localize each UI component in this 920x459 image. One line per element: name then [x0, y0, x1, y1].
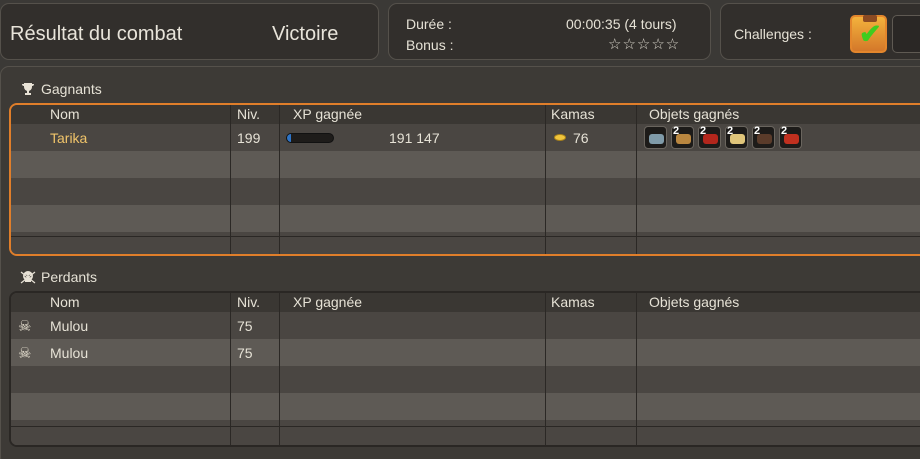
col-kamas-header: Kamas — [551, 106, 595, 122]
col-xp-header: XP gagnée — [293, 106, 363, 122]
kamas-value: 76 — [573, 130, 589, 146]
xp-gained-value: 191 147 — [389, 130, 440, 146]
skull-icon: ☠ — [18, 318, 32, 335]
column-divider — [636, 293, 637, 445]
challenges-label: Challenges : — [734, 26, 812, 42]
dark-leather-item-icon[interactable]: 2 — [752, 125, 775, 149]
table-row — [11, 366, 920, 393]
player-level: 75 — [237, 345, 253, 361]
losers-table-header: Nom Niv. XP gagnée Kamas Objets gagnés — [11, 293, 920, 312]
item-quantity: 2 — [781, 125, 788, 137]
xp-progress-bar — [286, 133, 334, 143]
col-name-header: Nom — [50, 294, 80, 310]
losers-table: Nom Niv. XP gagnée Kamas Objets gagnés ☠… — [9, 291, 920, 447]
table-row — [11, 420, 920, 445]
winners-title: Gagnants — [41, 81, 102, 97]
creature-item-icon[interactable]: 2 — [671, 125, 694, 149]
table-row — [11, 178, 920, 205]
column-divider — [230, 105, 231, 254]
challenge-empty-slot[interactable] — [892, 15, 920, 53]
table-row[interactable]: ☠ Mulou 75 — [11, 339, 920, 366]
col-level-header: Niv. — [237, 294, 261, 310]
winners-section-title: Gagnants — [20, 81, 102, 97]
combat-outcome: Victoire — [272, 23, 339, 45]
green-check-icon: ✔ — [859, 19, 882, 49]
column-divider — [279, 105, 280, 254]
xp-progress-fill — [287, 134, 291, 142]
losers-section-title: Perdants — [20, 269, 97, 285]
red-leather-item-icon[interactable]: 2 — [698, 125, 721, 149]
challenges-panel: Challenges : ✔ — [720, 3, 920, 60]
items-won-list: 2 2 2 2 2 — [644, 125, 802, 149]
col-level-header: Niv. — [237, 106, 261, 122]
skull-icon: ☠ — [18, 345, 32, 362]
col-name-header: Nom — [50, 106, 80, 122]
winners-table-header: Nom Niv. XP gagnée Kamas Objets gagnés — [11, 105, 920, 124]
trophy-icon — [22, 83, 34, 95]
item-quantity: 2 — [700, 125, 707, 137]
skull-icon — [20, 271, 36, 284]
table-row — [11, 393, 920, 420]
losers-title: Perdants — [41, 269, 98, 285]
duration-value: 00:00:35 (4 tours) — [566, 16, 677, 32]
col-items-header: Objets gagnés — [649, 106, 740, 122]
column-divider — [230, 293, 231, 445]
column-divider — [636, 105, 637, 254]
table-row — [11, 205, 920, 232]
duration-label: Durée : — [406, 16, 452, 32]
column-divider — [545, 105, 546, 254]
table-divider — [11, 426, 920, 427]
table-row — [11, 151, 920, 178]
item-quantity: 2 — [754, 125, 761, 137]
player-name: Tarika — [50, 130, 88, 146]
item-quantity: 2 — [727, 125, 734, 137]
red-leather-item-icon[interactable]: 2 — [779, 125, 802, 149]
challenge-success-icon[interactable]: ✔ — [850, 15, 887, 53]
combat-result-title: Résultat du combat — [10, 23, 183, 45]
table-row[interactable]: Tarika 199 191 147 76 2 2 2 2 2 — [11, 124, 920, 151]
kamas-icon — [554, 134, 566, 141]
col-xp-header: XP gagnée — [293, 294, 363, 310]
combat-info-panel: Durée : Bonus : 00:00:35 (4 tours) ☆☆☆☆☆ — [388, 3, 711, 60]
table-row[interactable]: ☠ Mulou 75 — [11, 312, 920, 339]
player-level: 75 — [237, 318, 253, 334]
column-divider — [279, 293, 280, 445]
bonus-label: Bonus : — [406, 37, 454, 53]
player-level: 199 — [237, 130, 261, 146]
player-name: Mulou — [50, 318, 89, 334]
winners-table: Nom Niv. XP gagnée Kamas Objets gagnés T… — [9, 103, 920, 256]
col-kamas-header: Kamas — [551, 294, 595, 310]
item-quantity: 2 — [673, 125, 680, 137]
bonus-stars: ☆☆☆☆☆ — [608, 36, 681, 53]
player-name: Mulou — [50, 345, 89, 361]
col-items-header: Objets gagnés — [649, 294, 740, 310]
claw-item-icon[interactable]: 2 — [725, 125, 748, 149]
column-divider — [545, 293, 546, 445]
table-divider — [11, 236, 920, 237]
item-artwork — [649, 134, 664, 144]
stone-item-icon[interactable] — [644, 126, 667, 149]
combat-result-panel: Résultat du combat Victoire — [0, 3, 379, 60]
